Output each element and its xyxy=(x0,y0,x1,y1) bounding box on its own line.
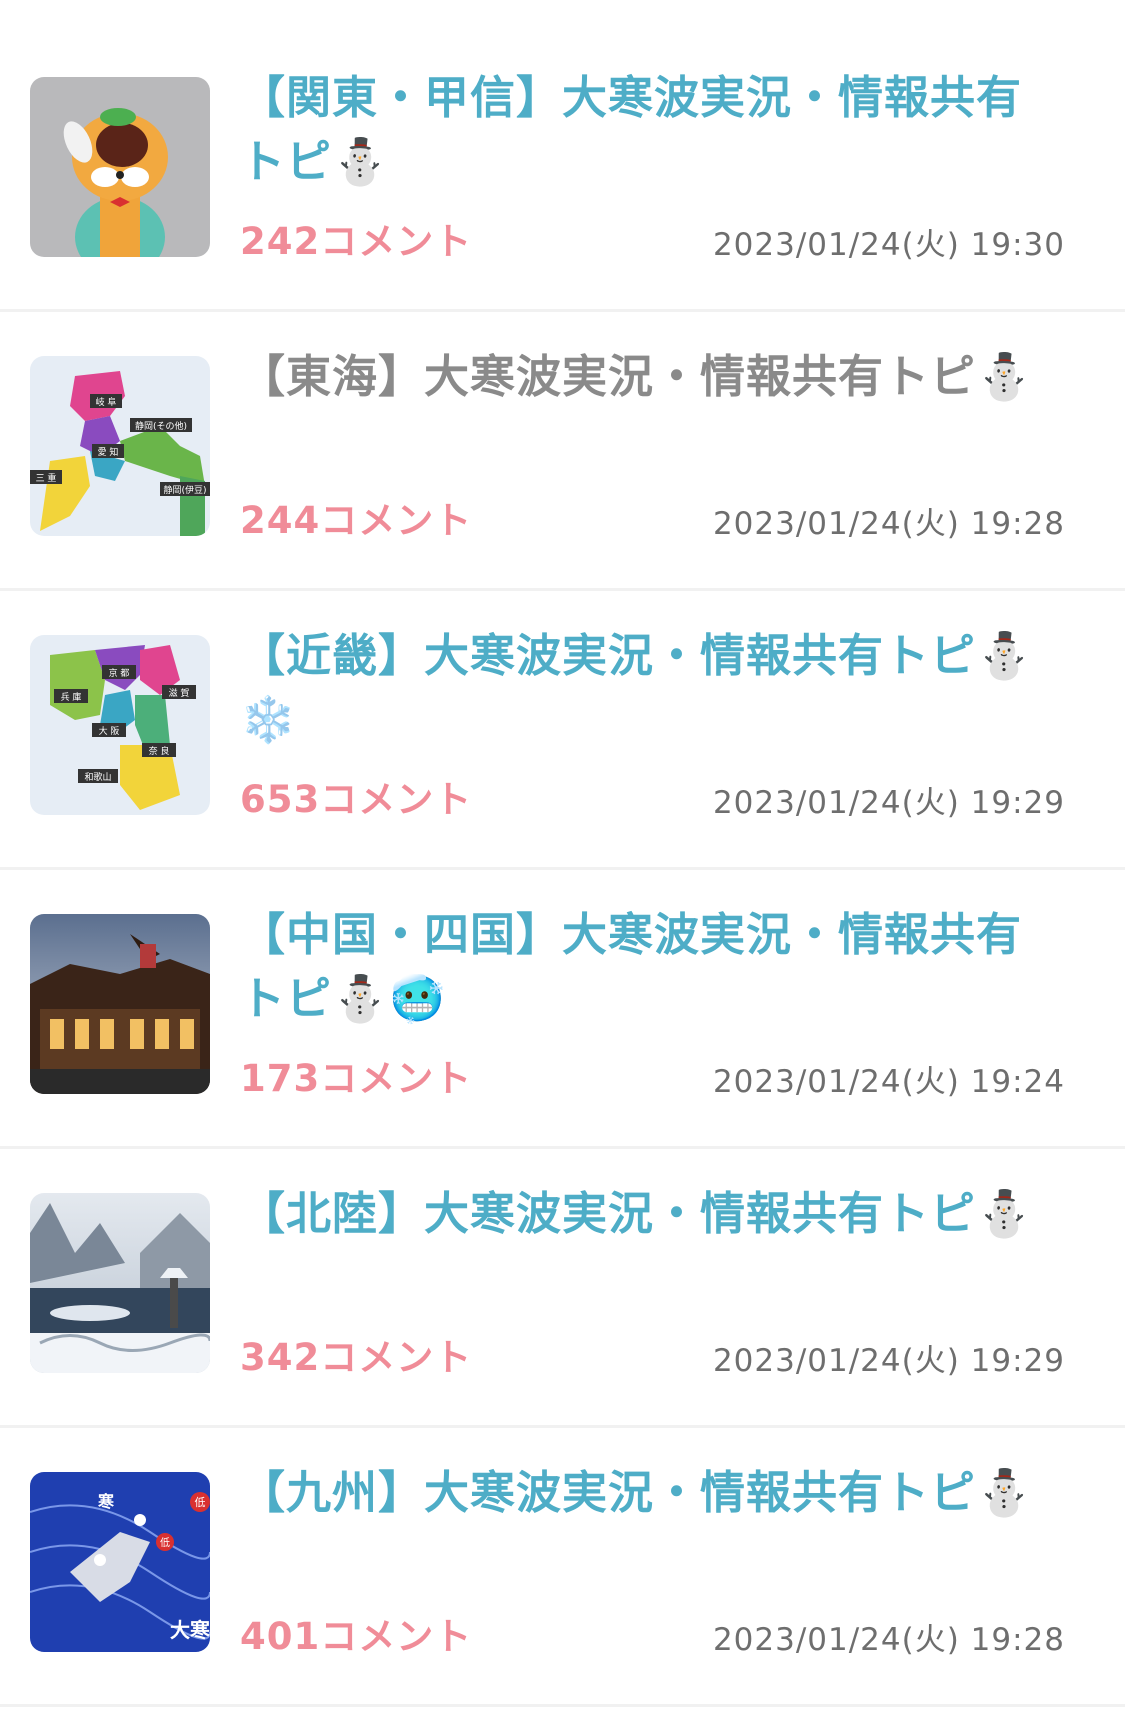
topic-title[interactable]: 【九州】大寒波実況・情報共有トピ⛄ xyxy=(240,1461,1060,1525)
post-date: 2023/01/24(火) 19:24 xyxy=(712,1064,1065,1100)
map-label: 三 重 xyxy=(36,472,57,484)
map-label: 寒 xyxy=(97,1492,115,1511)
topic-title[interactable]: 【東海】大寒波実況・情報共有トピ⛄ xyxy=(240,345,1060,409)
comment-count: 244コメント xyxy=(240,499,473,542)
comment-count: 401コメント xyxy=(240,1615,473,1658)
topic-title[interactable]: 【近畿】大寒波実況・情報共有トピ⛄❄️ xyxy=(240,624,1060,752)
map-label: 愛 知 xyxy=(98,446,119,458)
comment-count: 342コメント xyxy=(240,1336,473,1379)
map-label: 岐 阜 xyxy=(96,396,117,408)
post-date: 2023/01/24(火) 19:29 xyxy=(712,1343,1065,1379)
map-label: 和歌山 xyxy=(84,771,111,783)
topic-title[interactable]: 【関東・甲信】大寒波実況・情報共有トピ⛄ xyxy=(240,66,1060,194)
snowy-garden-image[interactable] xyxy=(30,1193,210,1373)
kinki-map-image[interactable]: 京 都 滋 賀 兵 庫 大 阪 奈 良 和歌山 xyxy=(30,635,210,815)
hot-spring-building-image[interactable] xyxy=(30,914,210,1094)
map-label: 低 xyxy=(195,1496,206,1509)
topic-title[interactable]: 【中国・四国】大寒波実況・情報共有トピ⛄🥶 xyxy=(240,903,1060,1031)
map-label: 滋 賀 xyxy=(169,687,190,699)
post-date: 2023/01/24(火) 19:30 xyxy=(712,227,1065,263)
map-label: 大寒 xyxy=(170,1618,210,1642)
topic-item-hokuriku[interactable]: 【北陸】大寒波実況・情報共有トピ⛄ 342コメント 2023/01/24(火) … xyxy=(0,1149,1125,1428)
topic-list: 【関東・甲信】大寒波実況・情報共有トピ⛄ 242コメント 2023/01/24(… xyxy=(0,0,1125,1723)
post-date: 2023/01/24(火) 19:28 xyxy=(712,506,1065,542)
topic-item-kyushu[interactable]: 低 低 寒 大寒 【九州】大寒波実況・情報共有トピ⛄ 401コメント 2023/… xyxy=(0,1428,1125,1707)
comment-count: 242コメント xyxy=(240,220,473,263)
comment-count: 653コメント xyxy=(240,778,473,821)
mascot-character-image[interactable] xyxy=(30,77,210,257)
topic-item-tokai[interactable]: 岐 阜 静岡(その他) 愛 知 三 重 静岡(伊豆) 【東海】大寒波実況・情報共… xyxy=(0,312,1125,591)
map-label: 京 都 xyxy=(109,667,130,679)
map-label: 兵 庫 xyxy=(61,691,82,703)
post-date: 2023/01/24(火) 19:28 xyxy=(712,1622,1065,1658)
tokai-map-image[interactable]: 岐 阜 静岡(その他) 愛 知 三 重 静岡(伊豆) xyxy=(30,356,210,536)
topic-item-chugoku-shikoku[interactable]: 【中国・四国】大寒波実況・情報共有トピ⛄🥶 173コメント 2023/01/24… xyxy=(0,870,1125,1149)
topic-title[interactable]: 【北陸】大寒波実況・情報共有トピ⛄ xyxy=(240,1182,1060,1246)
post-date: 2023/01/24(火) 19:29 xyxy=(712,785,1065,821)
map-label: 低 xyxy=(160,1536,170,1549)
weather-map-image[interactable]: 低 低 寒 大寒 xyxy=(30,1472,210,1652)
topic-item-kinki[interactable]: 京 都 滋 賀 兵 庫 大 阪 奈 良 和歌山 【近畿】大寒波実況・情報共有トピ… xyxy=(0,591,1125,870)
topic-item-kanto[interactable]: 【関東・甲信】大寒波実況・情報共有トピ⛄ 242コメント 2023/01/24(… xyxy=(0,33,1125,312)
map-label: 静岡(その他) xyxy=(135,420,187,432)
comment-count: 173コメント xyxy=(240,1057,473,1100)
map-label: 静岡(伊豆) xyxy=(163,484,206,496)
map-label: 奈 良 xyxy=(149,745,170,757)
map-label: 大 阪 xyxy=(99,725,120,737)
